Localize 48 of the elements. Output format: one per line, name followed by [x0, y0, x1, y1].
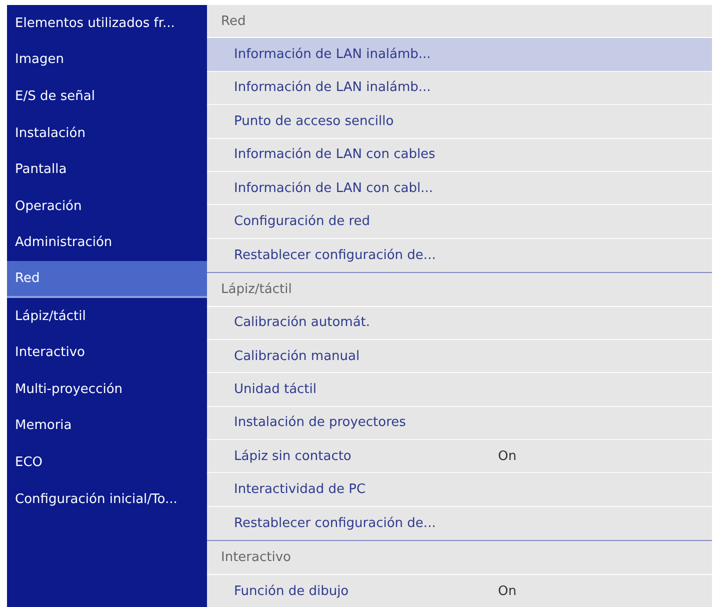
- menu-item[interactable]: Información de LAN inalámb...: [207, 38, 712, 72]
- item-label: Punto de acceso sencillo: [234, 114, 395, 129]
- menu-item[interactable]: Calibración manual: [207, 340, 712, 374]
- sidebar-item[interactable]: Operación: [7, 188, 207, 225]
- menu-item[interactable]: Instalación de proyectores: [207, 406, 712, 440]
- sidebar-item[interactable]: Instalación: [7, 114, 207, 152]
- section-heading: Interactivo: [207, 541, 712, 575]
- menu-item[interactable]: Función de dibujo On: [207, 574, 712, 607]
- item-label: Restablecer configuración de...: [234, 248, 437, 263]
- sidebar-item[interactable]: Lápiz/táctil: [7, 298, 207, 334]
- menu-item[interactable]: Unidad táctil: [207, 373, 712, 407]
- sidebar-item[interactable]: Interactivo: [7, 334, 207, 371]
- item-label: Unidad táctil: [234, 382, 318, 397]
- section-heading: Lápiz/táctil: [207, 273, 712, 307]
- item-label: Información de LAN inalámb...: [234, 80, 432, 96]
- item-label: Información de LAN inalámb...: [234, 47, 432, 62]
- sidebar-item[interactable]: Pantalla: [7, 151, 207, 188]
- item-label: Configuración de red: [234, 214, 372, 230]
- sidebar-item[interactable]: Configuración inicial/To...: [7, 480, 207, 518]
- sidebar-item[interactable]: Red: [7, 261, 207, 298]
- menu-item[interactable]: Configuración de red: [207, 205, 712, 239]
- menu-item[interactable]: Interactividad de PC: [207, 473, 712, 507]
- sidebar-item[interactable]: Multi-proyección: [7, 370, 207, 408]
- menu-item[interactable]: Información de LAN inalámb...: [207, 72, 712, 106]
- sidebar-item[interactable]: Elementos utilizados fr...: [7, 5, 207, 42]
- item-label: Información de LAN con cabl...: [234, 180, 434, 196]
- sidebar-item[interactable]: Memoria: [7, 408, 207, 444]
- item-label: Restablecer configuración de...: [234, 516, 437, 532]
- item-label: Calibración automát.: [234, 315, 372, 330]
- item-value: On: [498, 448, 516, 464]
- menu-item[interactable]: Restablecer configuración de...: [207, 506, 712, 540]
- menu-item[interactable]: Restablecer configuración de...: [207, 238, 712, 272]
- item-label: Función de dibujo: [234, 584, 350, 599]
- menu-item[interactable]: Calibración automát.: [207, 306, 712, 340]
- item-label: Calibración manual: [234, 348, 361, 364]
- menu-item[interactable]: Lápiz sin contacto On: [207, 440, 712, 474]
- sidebar-item[interactable]: Administración: [7, 224, 207, 262]
- sidebar-item[interactable]: ECO: [7, 444, 207, 481]
- item-value: On: [498, 584, 516, 599]
- item-label: Lápiz sin contacto: [234, 448, 352, 464]
- item-label: Interactividad de PC: [234, 482, 367, 498]
- menu-item[interactable]: Información de LAN con cables: [207, 138, 712, 172]
- sidebar-item[interactable]: E/S de señal: [7, 78, 207, 115]
- menu-item[interactable]: Punto de acceso sencillo: [207, 105, 712, 139]
- sidebar-item[interactable]: Imagen: [7, 42, 207, 78]
- item-label: Información de LAN con cables: [234, 147, 436, 162]
- menu-item[interactable]: Información de LAN con cabl...: [207, 172, 712, 206]
- item-label: Instalación de proyectores: [234, 415, 407, 430]
